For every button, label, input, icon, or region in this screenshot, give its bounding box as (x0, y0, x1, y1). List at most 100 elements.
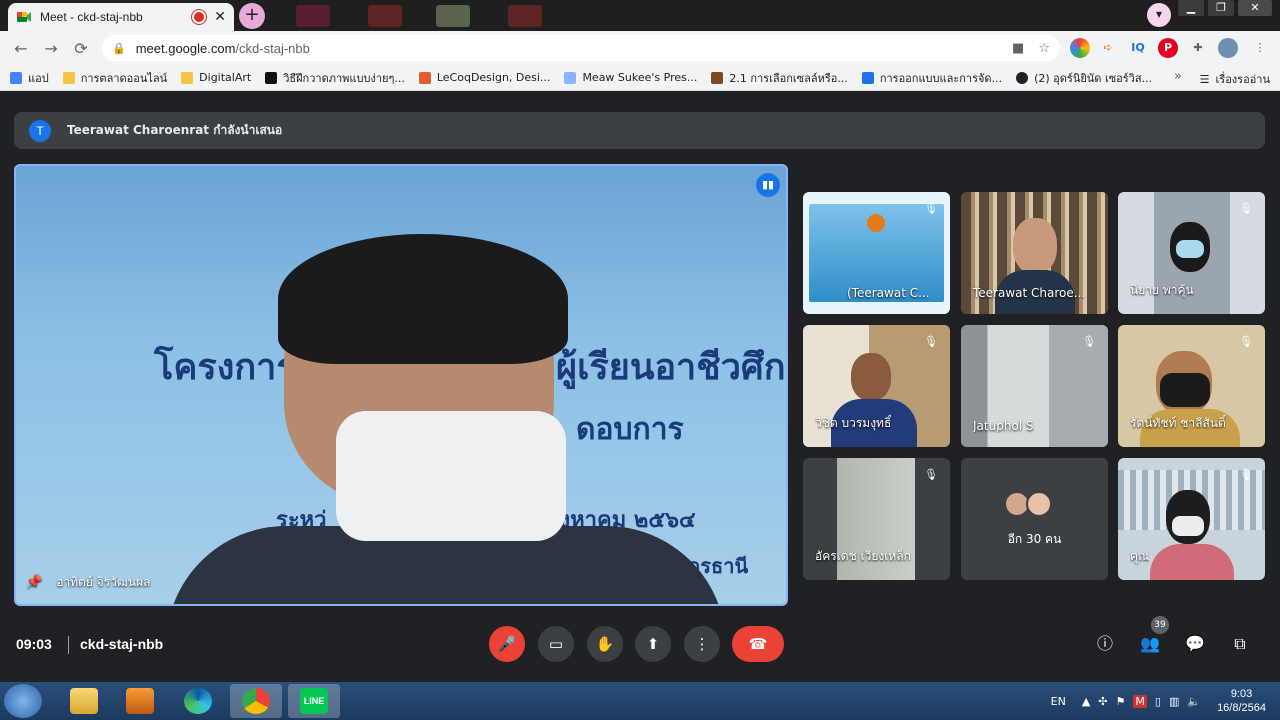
mic-off-icon: 🎙 (924, 468, 938, 481)
reload-icon[interactable]: ⟳ (66, 39, 96, 58)
action-center-flag-icon[interactable]: ⚑ (1116, 695, 1126, 708)
main-speaker-name: 📌 อาทิตย์ จิรวัฒนผล (26, 575, 151, 590)
raise-hand-icon[interactable]: ✋ (587, 626, 623, 662)
google-meet-icon (17, 12, 31, 22)
pin-icon[interactable]: 📌 (26, 575, 42, 590)
speaker-hair (278, 234, 568, 364)
new-tab-button[interactable]: + (239, 3, 265, 29)
camera-in-use-icon[interactable]: ■ (1012, 41, 1024, 56)
participant-tile[interactable]: 🎙 นิยาย พาคุ้น (1118, 192, 1265, 314)
edge-browser-icon[interactable] (172, 684, 224, 718)
system-clock[interactable]: 9:03 16/8/2564 (1217, 687, 1266, 715)
iq-extension-icon[interactable]: IQ (1128, 38, 1148, 58)
participant-name: Teerawat Charoe... (973, 286, 1086, 300)
address-bar[interactable]: 🔒 meet.google.com/ckd-staj-nbb ■ ☆ (102, 35, 1060, 61)
windows-taskbar: LINE EN ▲ ✣ ⚑ M ▯ ▥ 🔈 9:03 16/8/2564 (0, 682, 1280, 720)
volume-icon[interactable]: 🔈 (1187, 695, 1201, 708)
mic-off-icon[interactable]: 🎤 (489, 626, 525, 662)
mic-off-icon: 🎙 (924, 202, 938, 215)
end-call-icon[interactable]: ☎ (732, 626, 784, 662)
bookmarks-bar: แอป การตลาดออนไลน์ DigitalArt วิธีฝึกวาด… (0, 65, 1280, 91)
tab-close-button[interactable]: ✕ (214, 9, 226, 25)
forward-icon[interactable]: → (36, 39, 66, 58)
participant-tile[interactable]: 🎙 อัครเดช เวียงเหล็ก (803, 458, 950, 580)
bookmark-item[interactable]: Meaw Sukee's Pres... (564, 71, 697, 84)
lock-icon[interactable]: 🔒 (112, 42, 126, 55)
site-icon (861, 71, 874, 84)
folder-icon (181, 71, 194, 84)
network-icon[interactable]: ▥ (1169, 695, 1179, 708)
bookmark-item[interactable]: DigitalArt (181, 71, 251, 84)
profile-avatar-icon[interactable] (1218, 38, 1238, 58)
participant-tile[interactable]: 🎙 คุณ (1118, 458, 1265, 580)
mic-off-icon: 🎙 (1239, 468, 1253, 481)
bookmarks-overflow-icon[interactable]: » (1174, 69, 1182, 84)
background-tab-icon[interactable] (296, 5, 330, 27)
background-tab-icon[interactable] (368, 5, 402, 27)
present-screen-icon[interactable]: ⬆ (635, 626, 671, 662)
main-speaker-tile[interactable]: โครงการพั ผู้เรียนอาชีวศึก ใน ดอบการ ระห… (14, 164, 788, 606)
extensions-puzzle-icon[interactable]: ✚ (1188, 38, 1208, 58)
presenting-text: Teerawat Charoenrat กำลังนำเสนอ (67, 123, 283, 137)
meeting-clock: 09:03 (16, 636, 52, 652)
window-controls: ▁ ❐ ✕ (1178, 0, 1272, 16)
start-button-icon[interactable] (4, 684, 42, 718)
participant-face (851, 353, 891, 401)
people-icon[interactable]: 👥 (1138, 632, 1162, 656)
bookmark-item[interactable]: 2.1 การเลือกเซลล์หรือ... (711, 69, 848, 87)
bookmark-item[interactable]: วิธีฝึกวาดภาพแบบง่ายๆ... (265, 69, 405, 87)
participant-name: วิชิต บวรมงุทธิ์ (815, 416, 892, 430)
reading-list-icon: ☰ (1199, 72, 1210, 86)
bookmark-star-icon[interactable]: ☆ (1038, 41, 1050, 56)
participant-avatar (1026, 491, 1052, 517)
bookmark-item[interactable]: (2) อุดร์นิยินัด เซอร์วิส... (1016, 69, 1152, 87)
show-hidden-icons-icon[interactable]: ▲ (1082, 695, 1090, 708)
bookmark-item[interactable]: การออกแบบและการจัด... (861, 69, 1002, 87)
divider (68, 636, 69, 654)
participant-tile[interactable]: 🎙 Jatuphol S (961, 325, 1108, 447)
activities-icon[interactable]: ⧉ (1228, 632, 1252, 656)
tray-app-icon[interactable]: ✣ (1098, 695, 1107, 708)
url-text[interactable]: meet.google.com/ckd-staj-nbb (136, 41, 998, 56)
chrome-menu-icon[interactable]: ⋮ (1250, 38, 1270, 58)
apps-grid-icon (10, 71, 22, 84)
battery-icon[interactable]: ▯ (1155, 695, 1161, 708)
participant-tile[interactable]: 🎙 (Teerawat C... (803, 192, 950, 314)
line-app-icon[interactable]: LINE (288, 684, 340, 718)
participant-tile[interactable]: 🎙 รัตน์ทัชท์ ชาลีสันติ์ (1118, 325, 1265, 447)
background-tab-icon[interactable] (436, 5, 470, 27)
participant-tile[interactable]: 🎙 วิชิต บวรมงุทธิ์ (803, 325, 950, 447)
minimize-icon[interactable]: ▁ (1178, 0, 1204, 16)
profile-menu-icon[interactable]: ▾ (1147, 3, 1171, 27)
back-icon[interactable]: ← (6, 39, 36, 58)
participant-name: คุณ (1130, 549, 1150, 563)
bookmark-item[interactable]: แอป (10, 69, 49, 87)
chat-icon[interactable]: 💬 (1183, 632, 1207, 656)
tab-meet[interactable]: Meet - ckd-staj-nbb ✕ (8, 3, 234, 31)
color-picker-extension-icon[interactable] (1070, 38, 1090, 58)
others-tile[interactable]: อีก 30 คน (961, 458, 1108, 580)
participant-tile[interactable]: Teerawat Charoe... (961, 192, 1108, 314)
language-indicator[interactable]: EN (1051, 695, 1066, 708)
bookmark-item[interactable]: LeCoqDesign, Desi... (418, 71, 550, 84)
bookmark-item[interactable]: การตลาดออนไลน์ (62, 69, 167, 87)
more-options-icon[interactable]: ⋮ (684, 626, 720, 662)
media-player-icon[interactable] (114, 684, 166, 718)
close-window-icon[interactable]: ✕ (1238, 0, 1272, 16)
meeting-details-icon[interactable]: ⓘ (1093, 632, 1117, 656)
meet-stage: T Teerawat Charoenrat กำลังนำเสนอ โครงกา… (0, 92, 1280, 682)
recording-indicator-icon (194, 12, 205, 22)
pinterest-icon[interactable]: P (1158, 38, 1178, 58)
camera-icon[interactable]: ▭ (538, 626, 574, 662)
reading-list-button[interactable]: ☰ เรื่องรออ่าน (1200, 70, 1270, 88)
browser-toolbar: ← → ⟳ 🔒 meet.google.com/ckd-staj-nbb ■ ☆… (0, 31, 1280, 65)
file-explorer-icon[interactable] (58, 684, 110, 718)
chrome-taskbar-icon[interactable] (230, 684, 282, 718)
extension-icon[interactable]: ➪ (1098, 38, 1118, 58)
background-tab-icon[interactable] (508, 5, 542, 27)
maximize-icon[interactable]: ❐ (1208, 0, 1234, 16)
site-icon (564, 71, 577, 84)
banner-text: ผู้เรียนอาชีวศึก (556, 347, 786, 388)
tray-m-icon[interactable]: M (1133, 694, 1147, 708)
tab-strip: Meet - ckd-staj-nbb ✕ + ▾ ▁ ❐ ✕ (0, 0, 1280, 31)
